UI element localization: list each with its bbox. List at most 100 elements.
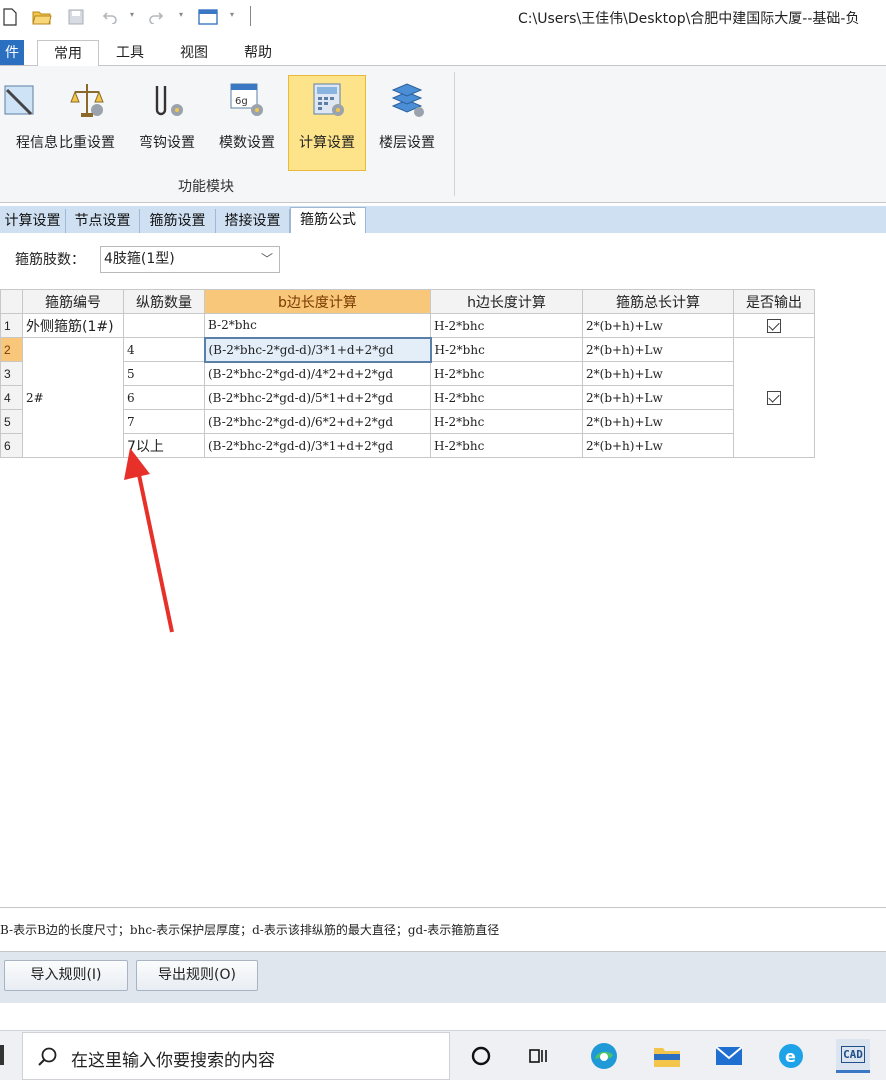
qty-cell[interactable]: 5 (123, 361, 205, 386)
h-formula-cell[interactable]: H-2*bhc (430, 337, 583, 362)
formula-legend: B-表示B边的长度尺寸；bhc-表示保护层厚度；d-表示该排纵筋的最大直径；gd… (0, 907, 886, 951)
tab-node-settings[interactable]: 节点设置 (66, 209, 140, 233)
window-dropdown-icon[interactable]: ▾ (227, 10, 237, 19)
ribbon-group-separator (454, 72, 455, 196)
undo-icon[interactable] (100, 7, 120, 27)
b-formula-cell[interactable]: (B-2*bhc-2*gd-d)/4*2+d+2*gd (204, 361, 431, 386)
export-rules-button[interactable]: 导出规则(O) (136, 960, 258, 991)
edge-browser-icon[interactable] (588, 1040, 620, 1072)
mail-icon[interactable] (713, 1040, 745, 1072)
start-edge[interactable] (0, 1045, 4, 1065)
h-formula-cell[interactable]: H-2*bhc (430, 313, 583, 338)
floor-settings-button[interactable]: 楼层设置 (368, 76, 446, 172)
total-formula-cell[interactable]: 2*(b+h)+Lw (582, 313, 734, 338)
hook-settings-label: 弯钩设置 (139, 135, 195, 151)
code-cell[interactable]: 外侧箍筋(1#) (22, 313, 124, 338)
qty-cell[interactable]: 4 (123, 337, 205, 362)
density-settings-label: 比重设置 (59, 135, 115, 151)
calculator-icon (313, 83, 344, 116)
import-rules-button[interactable]: 导入规则(I) (4, 960, 128, 991)
row-number[interactable]: 1 (0, 313, 23, 338)
cortana-icon[interactable] (465, 1040, 497, 1072)
tab-stirrup-formula[interactable]: 箍筋公式 (290, 207, 366, 233)
tab-view[interactable]: 视图 (170, 40, 218, 66)
modulus-settings-button[interactable]: 6g 模数设置 (208, 76, 286, 172)
h-formula-cell[interactable]: H-2*bhc (430, 361, 583, 386)
code-cell[interactable]: 2# (22, 337, 124, 458)
b-formula-cell[interactable]: (B-2*bhc-2*gd-d)/6*2+d+2*gd (204, 409, 431, 434)
total-formula-cell[interactable]: 2*(b+h)+Lw (582, 433, 734, 458)
action-button-bar: 导入规则(I) 导出规则(O) (0, 951, 886, 1003)
tab-help[interactable]: 帮助 (234, 40, 282, 66)
row-number[interactable]: 3 (0, 361, 23, 386)
tab-calc-settings[interactable]: 计算设置 (0, 209, 66, 233)
undo-dropdown-icon[interactable]: ▾ (127, 10, 137, 19)
total-formula-cell[interactable]: 2*(b+h)+Lw (582, 361, 734, 386)
output-cell[interactable] (733, 337, 815, 458)
stirrup-legs-value: 4肢箍(1型) (104, 251, 175, 267)
cad-app-icon[interactable]: CAD (836, 1039, 870, 1073)
b-length-header[interactable]: b边长度计算 (204, 289, 431, 314)
qty-header[interactable]: 纵筋数量 (123, 289, 205, 314)
tab-common[interactable]: 常用 (37, 40, 99, 66)
taskbar-search-box[interactable]: 在这里输入你要搜索的内容 (22, 1032, 450, 1080)
stirrup-formula-table: 箍筋编号 纵筋数量 b边长度计算 h边长度计算 箍筋总长计算 是否输出 1 外侧… (0, 289, 815, 458)
window-icon[interactable] (198, 7, 218, 27)
tab-file[interactable]: 件 (0, 40, 24, 66)
b-formula-cell[interactable]: (B-2*bhc-2*gd-d)/3*1+d+2*gd (204, 433, 431, 458)
total-formula-cell[interactable]: 2*(b+h)+Lw (582, 385, 734, 410)
output-checkbox[interactable] (767, 318, 781, 333)
new-file-icon[interactable] (0, 7, 20, 27)
redo-icon[interactable] (146, 7, 166, 27)
stirrup-legs-label: 箍筋肢数： (15, 252, 85, 268)
open-folder-icon[interactable] (32, 7, 52, 27)
qty-cell[interactable]: 6 (123, 385, 205, 410)
hook-settings-button[interactable]: 弯钩设置 (128, 76, 206, 172)
row-number[interactable]: 5 (0, 409, 23, 434)
ie-browser-icon[interactable]: e (775, 1040, 807, 1072)
search-placeholder: 在这里输入你要搜索的内容 (71, 1051, 275, 1071)
output-header[interactable]: 是否输出 (733, 289, 815, 314)
ribbon-tab-bar: 件 常用 工具 视图 帮助 (0, 34, 886, 66)
qty-cell[interactable]: 7 (123, 409, 205, 434)
tab-stirrup-settings[interactable]: 箍筋设置 (140, 209, 216, 233)
b-formula-cell[interactable]: B-2*bhc (204, 313, 431, 338)
stirrup-legs-select[interactable]: 4肢箍(1型) ﹀ (100, 246, 280, 273)
total-formula-cell[interactable]: 2*(b+h)+Lw (582, 337, 734, 362)
table-row[interactable]: 1 外侧箍筋(1#) B-2*bhc H-2*bhc 2*(b+h)+Lw (0, 313, 815, 338)
title-bar: ▾ ▾ ▾ C:\Users\王佳伟\Desktop\合肥中建国际大厦--基础-… (0, 0, 886, 34)
output-checkbox[interactable] (767, 390, 781, 405)
row-number[interactable]: 4 (0, 385, 23, 410)
qty-cell[interactable] (123, 313, 205, 338)
table-row[interactable]: 2 2# 4 (B-2*bhc-2*gd-d)/3*1+d+2*gd H-2*b… (0, 336, 815, 458)
file-explorer-icon[interactable] (651, 1040, 683, 1072)
output-cell[interactable] (733, 313, 815, 338)
b-formula-cell-selected[interactable]: (B-2*bhc-2*gd-d)/3*1+d+2*gd (203, 336, 432, 363)
row-number[interactable]: 2 (0, 337, 23, 362)
ribbon-panel: 程信息 比重设置 弯钩设置 6g 模数设置 计算设置 楼层设置 功能模块 (0, 65, 886, 203)
row-number-header (0, 289, 23, 314)
total-formula-cell[interactable]: 2*(b+h)+Lw (582, 409, 734, 434)
h-formula-cell[interactable]: H-2*bhc (430, 433, 583, 458)
code-header[interactable]: 箍筋编号 (22, 289, 124, 314)
row-number[interactable]: 6 (0, 433, 23, 458)
table-row[interactable]: 4 6 (B-2*bhc-2*gd-d)/5*1+d+2*gd H-2*bhc … (0, 385, 815, 410)
toolbar-divider (250, 6, 251, 26)
tab-lap-settings[interactable]: 搭接设置 (216, 209, 290, 233)
total-length-header[interactable]: 箍筋总长计算 (582, 289, 734, 314)
density-settings-button[interactable]: 比重设置 (48, 76, 126, 172)
stirrup-legs-row: 箍筋肢数： 4肢箍(1型) ﹀ (0, 233, 886, 288)
table-row[interactable]: 3 5 (B-2*bhc-2*gd-d)/4*2+d+2*gd H-2*bhc … (0, 361, 815, 386)
redo-dropdown-icon[interactable]: ▾ (176, 10, 186, 19)
task-view-icon[interactable] (522, 1040, 554, 1072)
h-formula-cell[interactable]: H-2*bhc (430, 409, 583, 434)
h-length-header[interactable]: h边长度计算 (430, 289, 583, 314)
save-icon[interactable] (66, 7, 86, 27)
calc-settings-button[interactable]: 计算设置 (288, 75, 366, 171)
modulus-settings-label: 模数设置 (219, 135, 275, 151)
b-formula-cell[interactable]: (B-2*bhc-2*gd-d)/5*1+d+2*gd (204, 385, 431, 410)
table-row[interactable]: 5 7 (B-2*bhc-2*gd-d)/6*2+d+2*gd H-2*bhc … (0, 409, 815, 434)
tab-tools[interactable]: 工具 (106, 40, 154, 66)
scale-icon (70, 84, 104, 117)
h-formula-cell[interactable]: H-2*bhc (430, 385, 583, 410)
